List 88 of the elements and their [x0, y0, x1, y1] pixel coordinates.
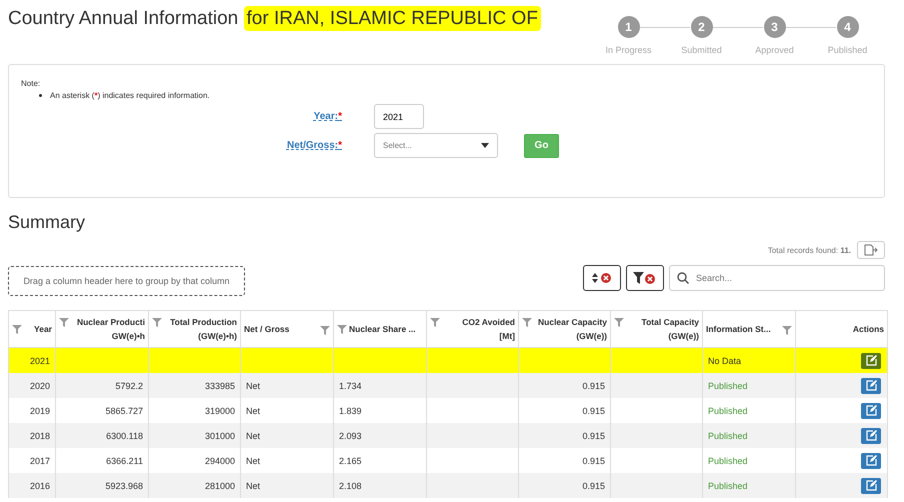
table-cell: 0.915 — [582, 456, 605, 466]
status-text: Published — [708, 380, 748, 390]
table-row[interactable]: 2020 5792.2 333985 Net 1.734 0.915 Published — [8, 373, 888, 398]
table-cell: 2.108 — [339, 480, 362, 490]
clear-filter-button[interactable] — [626, 265, 664, 291]
edit-icon — [866, 430, 876, 441]
table-row[interactable]: 2021 No Data — [8, 348, 888, 373]
table-cell: 1.839 — [339, 406, 362, 416]
status-text: No Data — [708, 356, 742, 366]
edit-icon — [866, 405, 876, 416]
column-header[interactable]: Year — [8, 310, 56, 348]
table-cell: 2017 — [30, 456, 50, 466]
edit-button[interactable] — [861, 402, 881, 418]
edit-icon — [866, 455, 876, 466]
step-label: Published — [828, 45, 868, 55]
group-drop-zone[interactable]: Drag a column header here to group by that column — [8, 266, 245, 296]
net-gross-label: Net/Gross:* — [286, 140, 342, 151]
records-count: Total records found: 11. — [768, 246, 851, 254]
status-text: Published — [708, 480, 748, 490]
table-cell: 2016 — [30, 480, 50, 490]
sort-clear-icon — [591, 272, 613, 284]
table-cell: 281000 — [204, 480, 235, 490]
table-cell: 333985 — [204, 380, 235, 390]
table-row[interactable]: 2016 5923.968 281000 Net 2.108 0.915 Published — [8, 473, 888, 498]
table-cell: 319000 — [204, 406, 235, 416]
country-name: for IRAN, ISLAMIC REPUBLIC OF — [244, 6, 541, 31]
clear-sort-button[interactable] — [583, 265, 621, 291]
export-button[interactable] — [857, 241, 885, 259]
table-cell: 0.915 — [582, 480, 605, 490]
year-field[interactable]: 2021 — [374, 104, 424, 129]
table-cell: 2.093 — [339, 430, 362, 440]
table-cell: 301000 — [204, 430, 235, 440]
filter-icon — [59, 318, 69, 327]
table-cell: 5923.968 — [105, 480, 143, 490]
status-text: Published — [708, 406, 748, 416]
edit-button[interactable] — [861, 428, 881, 444]
table-cell: Net — [246, 406, 260, 416]
net-gross-dropdown[interactable]: Select... — [374, 133, 498, 158]
step-number: 4 — [836, 16, 858, 38]
status-text: Published — [708, 456, 748, 466]
page-title: Country Annual Information — [8, 8, 238, 29]
step-label: Approved — [755, 45, 794, 55]
filter-icon — [152, 318, 162, 327]
step-label: In Progress — [605, 45, 652, 55]
status-text: Published — [708, 430, 748, 440]
edit-button[interactable] — [861, 478, 881, 494]
filter-icon — [12, 325, 22, 334]
edit-button[interactable] — [861, 378, 881, 394]
note-text: An asterisk (*) indicates required information. — [50, 91, 210, 100]
year-label: Year:* — [314, 111, 342, 122]
table-cell: 5792.2 — [115, 380, 143, 390]
filter-icon — [522, 318, 532, 327]
table-cell: Net — [246, 430, 260, 440]
step-number: 1 — [618, 16, 640, 38]
note-label: Note: — [21, 79, 42, 88]
table-cell: 0.915 — [582, 430, 605, 440]
filter-icon — [614, 318, 624, 327]
edit-icon — [866, 480, 876, 491]
filter-icon — [782, 326, 792, 335]
edit-button[interactable] — [861, 452, 881, 468]
table-cell: Net — [246, 380, 260, 390]
caret-icon — [481, 143, 489, 148]
filter-clear-icon — [633, 271, 657, 285]
table-cell: 294000 — [204, 456, 235, 466]
edit-icon — [866, 380, 876, 391]
table-cell: 2018 — [30, 430, 50, 440]
step-label: Submitted — [681, 45, 722, 55]
edit-icon — [866, 355, 876, 366]
search-field[interactable]: Search... — [669, 265, 885, 291]
edit-button[interactable] — [861, 352, 881, 368]
export-icon — [864, 244, 878, 256]
table-cell: 0.915 — [582, 406, 605, 416]
table-row[interactable]: 2018 6300.118 301000 Net 2.093 0.915 Published — [8, 423, 888, 448]
table-cell: 6300.118 — [106, 430, 143, 440]
step-number: 3 — [764, 16, 786, 38]
filter-icon — [430, 318, 440, 327]
table-cell: Net — [246, 480, 260, 490]
table-cell: 0.915 — [582, 380, 605, 390]
table-cell: 2.165 — [339, 456, 362, 466]
table-cell: Net — [246, 456, 260, 466]
table-cell: 5865.727 — [105, 406, 143, 416]
table-cell: 2020 — [30, 380, 50, 390]
table-cell: 2019 — [30, 406, 50, 416]
table-cell: 2021 — [30, 356, 50, 366]
step-number: 2 — [690, 16, 712, 38]
table-cell: 1.734 — [339, 380, 362, 390]
section-heading: Summary — [8, 212, 86, 234]
table-cell: 6366.211 — [106, 456, 143, 466]
